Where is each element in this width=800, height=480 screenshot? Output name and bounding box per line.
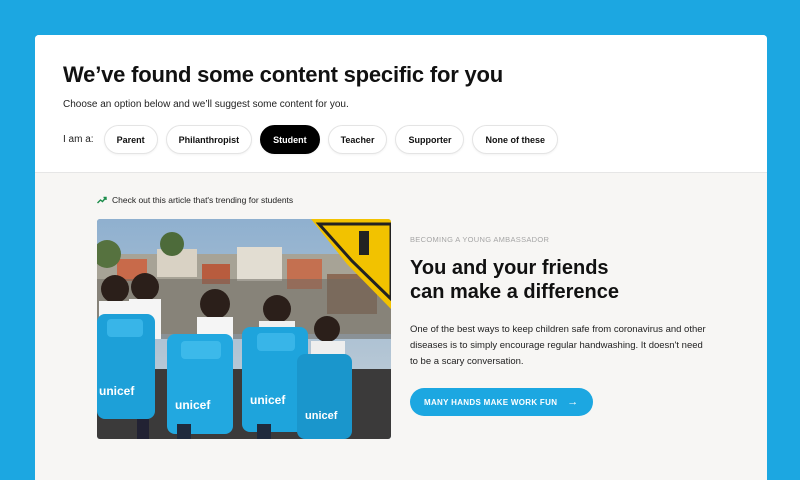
read-article-button[interactable]: MANY HANDS MAKE WORK FUN → — [410, 388, 593, 416]
trending-up-icon — [97, 196, 107, 204]
page-title: We’ve found some content specific for yo… — [63, 62, 504, 87]
role-option-parent[interactable]: Parent — [103, 125, 158, 154]
article-title[interactable]: You and your friends can make a differen… — [410, 256, 640, 304]
role-option-none[interactable]: None of these — [472, 125, 558, 154]
read-article-label: MANY HANDS MAKE WORK FUN — [424, 397, 558, 407]
role-label: I am a: — [63, 134, 94, 145]
children-with-backpacks-illustration: unicef unicef unicef unicef — [97, 219, 391, 439]
unicef-bag-logo: unicef — [99, 384, 135, 398]
page-subtitle: Choose an option below and we’ll suggest… — [63, 99, 349, 110]
role-option-student[interactable]: Student — [260, 125, 320, 154]
article-title-line-2: can make a difference — [410, 281, 619, 303]
content-selector-card: We’ve found some content specific for yo… — [35, 35, 767, 480]
role-selector: I am a: Parent Philanthropist Student Te… — [63, 125, 739, 154]
trending-text: Check out this article that's trending f… — [112, 195, 294, 205]
role-option-supporter[interactable]: Supporter — [395, 125, 465, 154]
unicef-bag-logo: unicef — [305, 410, 338, 422]
unicef-bag-logo: unicef — [175, 398, 211, 412]
article-summary: BECOMING A YOUNG AMBASSADOR You and your… — [410, 235, 720, 416]
article-excerpt: One of the best ways to keep children sa… — [410, 324, 706, 367]
article-image[interactable]: unicef unicef unicef unicef — [97, 219, 391, 439]
unicef-bag-logo: unicef — [250, 393, 286, 407]
article-title-line-1: You and your friends — [410, 257, 609, 279]
arrow-right-icon: → — [567, 396, 579, 408]
role-option-philanthropist[interactable]: Philanthropist — [165, 125, 253, 154]
trending-note: Check out this article that's trending f… — [97, 195, 293, 205]
role-option-teacher[interactable]: Teacher — [327, 125, 388, 154]
article-category: BECOMING A YOUNG AMBASSADOR — [410, 235, 550, 244]
recommendation-section: Check out this article that's trending f… — [35, 173, 767, 480]
header-section: We’ve found some content specific for yo… — [35, 35, 767, 173]
